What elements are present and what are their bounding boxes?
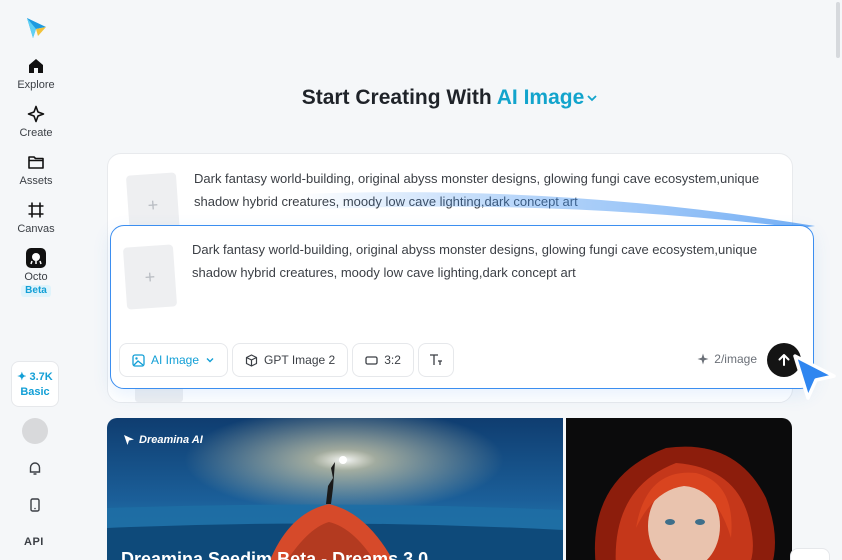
page-scrollbar[interactable] — [836, 2, 840, 58]
cost-label: 2/image — [714, 352, 757, 366]
prompt-input[interactable]: Dark fantasy world-building, original ab… — [192, 238, 804, 284]
sidebar-item-label: Assets — [19, 175, 53, 187]
credits-amount: ✦ 3.7K — [17, 371, 53, 383]
plus-icon: + — [144, 266, 156, 287]
sparkle-icon — [697, 353, 709, 365]
banner-title: Dreamina Seedim Beta - Dreams 3.0 — [121, 549, 429, 560]
creation-mode-selector[interactable]: AI Image — [497, 86, 599, 109]
transition-beam-decoration — [300, 192, 815, 228]
promo-banner-left[interactable]: Dreamina AI Dreamina Seedim Beta - Dream… — [107, 418, 563, 560]
sidebar-item-octo[interactable]: Octo Beta — [6, 248, 66, 304]
arrow-up-icon — [778, 354, 790, 366]
generation-cost: 2/image — [697, 352, 757, 366]
api-link[interactable]: API — [24, 536, 44, 548]
cube-icon — [245, 353, 258, 367]
sidebar-item-create[interactable]: Create — [6, 104, 66, 152]
dreamina-logo-icon — [124, 435, 134, 445]
octo-icon — [26, 248, 46, 268]
sidebar-item-label: Create — [19, 127, 53, 139]
cursor-pointer-icon — [793, 354, 836, 400]
floating-action-button[interactable] — [790, 548, 830, 560]
prompt-toolbar: AI Image GPT Image 2 3:2 — [119, 343, 454, 377]
ratio-label: 3:2 — [384, 353, 401, 367]
title-accent: AI Image — [496, 86, 585, 109]
bell-icon[interactable] — [26, 459, 44, 477]
folder-icon — [26, 152, 46, 172]
aspect-ratio-button[interactable]: 3:2 — [352, 343, 414, 377]
home-icon — [26, 56, 46, 76]
sidebar-item-label: Octo — [24, 271, 48, 283]
sidebar: Explore Create Assets Canvas Octo Beta ✦… — [0, 0, 72, 560]
canvas-icon — [26, 200, 46, 220]
mobile-icon[interactable] — [26, 496, 44, 514]
text-style-button[interactable] — [417, 343, 454, 377]
beta-badge: Beta — [21, 285, 51, 297]
promo-banner-right[interactable] — [566, 418, 792, 560]
model-select-button[interactable]: GPT Image 2 — [232, 343, 349, 377]
sidebar-item-canvas[interactable]: Canvas — [6, 200, 66, 248]
page-title: Start Creating With AI Image — [0, 86, 842, 110]
brand-logo: Dreamina AI — [123, 434, 203, 446]
credits-plan: Basic — [20, 386, 50, 398]
prompt-card-active[interactable]: + Dark fantasy world-building, original … — [110, 225, 814, 389]
chevron-down-icon — [206, 358, 214, 363]
mode-label: AI Image — [151, 353, 200, 367]
avatar[interactable] — [22, 418, 48, 444]
app-logo-icon[interactable] — [24, 16, 48, 40]
add-reference-image-button[interactable]: + — [122, 244, 178, 310]
text-format-icon — [429, 354, 442, 365]
sidebar-item-assets[interactable]: Assets — [6, 152, 66, 200]
mode-select-button[interactable]: AI Image — [119, 343, 229, 377]
credits-button[interactable]: ✦ 3.7K Basic — [11, 361, 59, 407]
chevron-down-icon — [587, 95, 597, 102]
portrait-artwork — [594, 446, 775, 560]
model-label: GPT Image 2 — [264, 353, 336, 367]
title-prefix: Start Creating With — [301, 86, 492, 109]
image-icon — [132, 353, 145, 367]
brand-name: Dreamina AI — [139, 434, 203, 446]
aspect-ratio-icon — [365, 355, 378, 365]
plus-icon: + — [147, 194, 159, 215]
sidebar-item-label: Canvas — [17, 223, 55, 235]
